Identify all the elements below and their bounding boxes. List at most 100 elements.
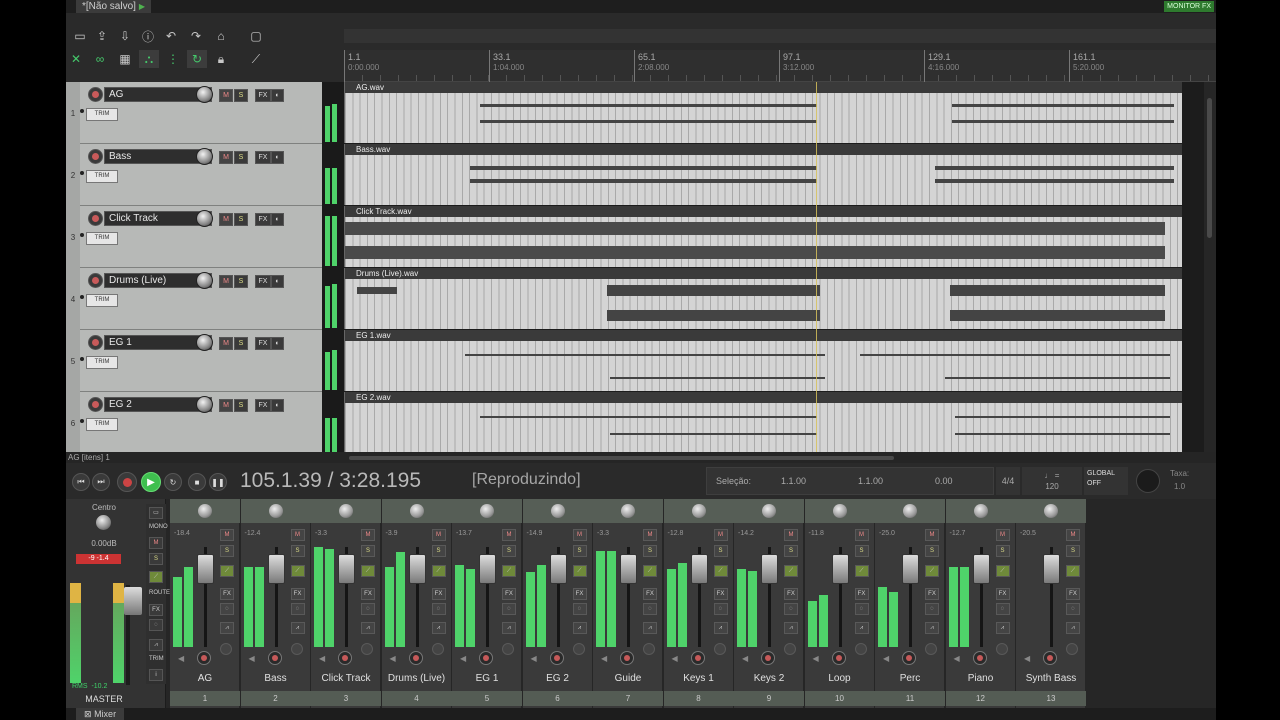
master-peak-indicator[interactable]: -9 -1.4 (76, 554, 121, 564)
track-volume-knob[interactable] (196, 210, 213, 227)
track-lane[interactable]: EG 1.wav (344, 330, 1204, 392)
strip-name[interactable]: Keys 2 (734, 673, 804, 684)
strip-fx-bypass-icon[interactable]: ◌ (1066, 603, 1080, 615)
save-project-icon[interactable]: ⇩ (115, 27, 135, 45)
track-fx-button[interactable]: FX (255, 337, 271, 350)
strip-fx-button[interactable]: FX (361, 588, 375, 600)
new-project-icon[interactable]: ▭ (70, 27, 90, 45)
strip-fader[interactable] (902, 554, 919, 584)
strip-mute-button[interactable]: M (431, 529, 446, 541)
strip-name[interactable]: Guide (593, 673, 663, 684)
strip-trim-icon[interactable]: ⩘ (572, 622, 587, 634)
record-button[interactable] (117, 472, 137, 492)
strip-envelope-icon[interactable]: ⟋ (925, 565, 939, 577)
track-solo-button[interactable]: S (234, 399, 248, 412)
strip-mute-button[interactable]: M (784, 529, 798, 541)
strip-pan-knob[interactable] (621, 504, 635, 518)
strip-mute-button[interactable]: M (854, 529, 869, 541)
strip-mute-button[interactable]: M (925, 529, 939, 541)
track-solo-button[interactable]: S (234, 275, 248, 288)
strip-fader[interactable] (408, 554, 426, 584)
go-to-start-button[interactable]: ⏮ (72, 473, 90, 491)
strip-solo-button[interactable]: S (713, 545, 728, 557)
strip-envelope-icon[interactable]: ⟋ (502, 565, 516, 577)
strip-name[interactable]: Perc (875, 673, 945, 684)
strip-phase-icon[interactable] (713, 643, 726, 655)
strip-fader[interactable] (831, 554, 849, 584)
strip-trim-icon[interactable]: ⩘ (220, 622, 234, 634)
strip-fx-button[interactable]: FX (220, 588, 234, 600)
strip-fx-button[interactable]: FX (784, 588, 798, 600)
strip-fx-button[interactable]: FX (431, 588, 446, 600)
strip-phase-icon[interactable] (784, 643, 796, 655)
track-lane[interactable]: Click Track.wav (344, 206, 1204, 268)
master-pan-knob[interactable] (96, 515, 111, 530)
strip-pan-knob[interactable] (973, 504, 988, 518)
master-mute-button[interactable]: M (149, 537, 163, 549)
strip-name[interactable]: Synth Bass (1016, 673, 1086, 684)
track-mute-button[interactable]: M (219, 151, 233, 164)
strip-trim-icon[interactable]: ⩘ (995, 622, 1010, 634)
master-info-button[interactable]: i (149, 669, 163, 681)
strip-phase-icon[interactable] (361, 643, 373, 655)
master-solo-button[interactable]: S (149, 553, 163, 565)
strip-fx-button[interactable]: FX (502, 588, 516, 600)
strip-pan-knob[interactable] (198, 504, 212, 518)
strip-record-arm-button[interactable] (972, 651, 987, 665)
speaker-icon[interactable]: ◀ (601, 654, 607, 663)
record-arm-button[interactable] (88, 149, 103, 164)
vertical-scrollbar[interactable] (1204, 82, 1216, 452)
track-header[interactable]: 1 AG M S FX ◐ TRIM (66, 82, 322, 144)
track-mute-button[interactable]: M (219, 275, 233, 288)
strip-envelope-icon[interactable]: ⟋ (854, 565, 869, 577)
strip-envelope-icon[interactable]: ⟋ (361, 565, 375, 577)
strip-fx-bypass-icon[interactable]: ◌ (572, 603, 587, 615)
strip-record-arm-button[interactable] (267, 651, 282, 665)
master-mono-button[interactable]: MONO (149, 522, 168, 534)
media-item[interactable]: Drums (Live).wav (344, 268, 1182, 329)
track-automation-button[interactable]: TRIM (86, 108, 118, 121)
strip-mute-button[interactable]: M (220, 529, 234, 541)
strip-fx-bypass-icon[interactable]: ◌ (925, 603, 939, 615)
strip-envelope-icon[interactable]: ⟋ (290, 565, 305, 577)
strip-envelope-icon[interactable]: ⟋ (784, 565, 798, 577)
speaker-icon[interactable]: ◀ (178, 654, 184, 663)
strip-trim-icon[interactable]: ⩘ (854, 622, 869, 634)
project-tab[interactable]: *[Não salvo] ▶ (76, 0, 152, 13)
mixer-tab[interactable]: ⊠ Mixer (76, 708, 125, 720)
stop-button[interactable]: ■ (188, 473, 206, 491)
strip-pan-knob[interactable] (409, 504, 424, 518)
strip-name[interactable]: Piano (946, 673, 1016, 684)
strip-solo-button[interactable]: S (220, 545, 234, 557)
strip-pan-knob[interactable] (339, 504, 353, 518)
strip-record-arm-button[interactable] (338, 651, 352, 665)
strip-trim-icon[interactable]: ⩘ (1066, 622, 1080, 634)
strip-record-arm-button[interactable] (549, 651, 564, 665)
track-automation-button[interactable]: TRIM (86, 170, 118, 183)
track-fx-button[interactable]: FX (255, 89, 271, 102)
track-phase-button[interactable]: ◐ (271, 399, 284, 412)
speaker-icon[interactable]: ◀ (390, 654, 396, 663)
strip-fader[interactable] (761, 554, 778, 584)
strip-solo-button[interactable]: S (925, 545, 939, 557)
strip-fx-button[interactable]: FX (290, 588, 305, 600)
speaker-icon[interactable]: ◀ (249, 654, 255, 663)
strip-solo-button[interactable]: S (1066, 545, 1080, 557)
grid-lines-icon[interactable]: ⋮ (163, 50, 183, 68)
strip-fx-bypass-icon[interactable]: ◌ (502, 603, 516, 615)
global-automation-button[interactable]: GLOBAL OFF (1084, 467, 1128, 495)
envelope-lock-icon[interactable]: ⛬ (139, 50, 159, 68)
strip-mute-button[interactable]: M (290, 529, 305, 541)
master-envelope-icon[interactable]: ⟋ (149, 571, 163, 583)
lock-icon[interactable]: 🔒︎ (211, 50, 231, 68)
strip-pan-knob[interactable] (268, 504, 283, 518)
record-arm-button[interactable] (88, 397, 103, 412)
strip-pan-knob[interactable] (832, 504, 847, 518)
strip-fader[interactable] (267, 554, 285, 584)
strip-phase-icon[interactable] (220, 643, 232, 655)
strip-name[interactable]: AG (170, 673, 240, 684)
strip-record-arm-button[interactable] (479, 651, 493, 665)
strip-envelope-icon[interactable]: ⟋ (572, 565, 587, 577)
track-automation-button[interactable]: TRIM (86, 418, 118, 431)
auto-crossfade-icon[interactable]: ⟋ (246, 50, 266, 68)
